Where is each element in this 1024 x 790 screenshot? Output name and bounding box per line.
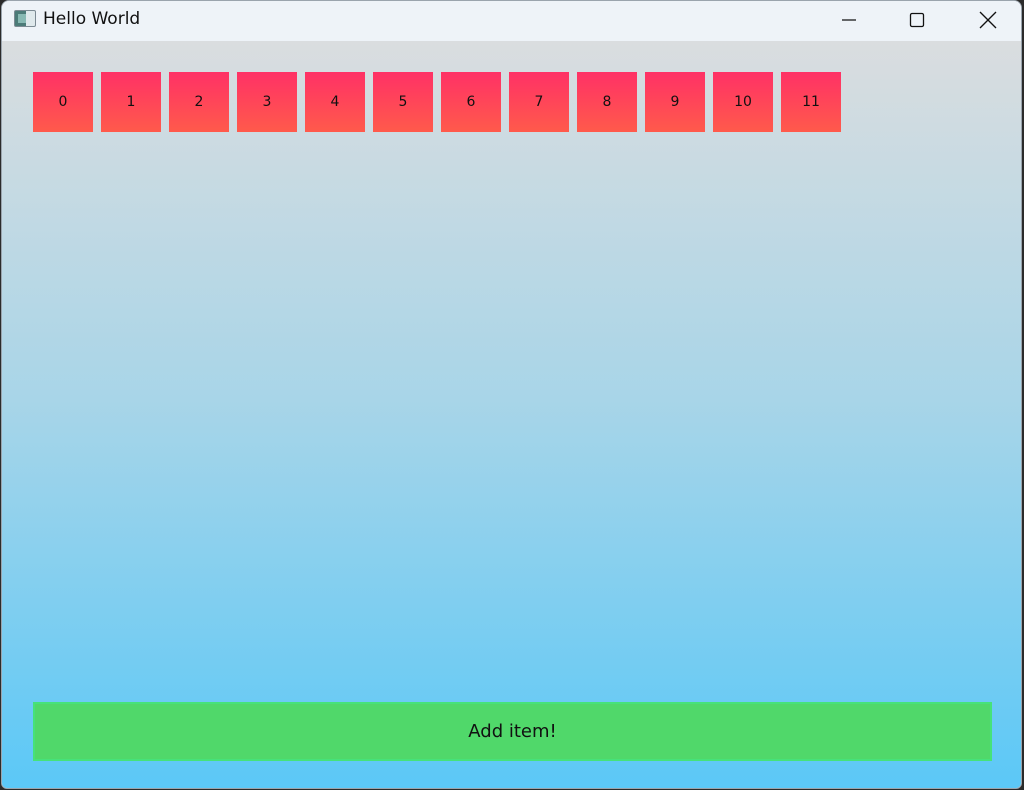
- item-tile[interactable]: 8: [577, 72, 637, 132]
- item-tile[interactable]: 10: [713, 72, 773, 132]
- item-tile[interactable]: 1: [101, 72, 161, 132]
- item-tile[interactable]: 6: [441, 72, 501, 132]
- item-tile[interactable]: 3: [237, 72, 297, 132]
- item-tile[interactable]: 4: [305, 72, 365, 132]
- close-button[interactable]: [957, 1, 1019, 39]
- minimize-button[interactable]: [818, 1, 880, 39]
- window-app-icon: [14, 10, 36, 27]
- close-icon: [979, 11, 997, 29]
- add-item-button[interactable]: Add item!: [33, 702, 992, 761]
- item-list: 0 1 2 3 4 5 6 7 8 9 10 11: [33, 72, 841, 132]
- window-title: Hello World: [43, 9, 141, 29]
- maximize-icon: [909, 12, 925, 28]
- title-bar[interactable]: Hello World: [2, 1, 1021, 41]
- item-tile[interactable]: 11: [781, 72, 841, 132]
- item-tile[interactable]: 9: [645, 72, 705, 132]
- client-area: 0 1 2 3 4 5 6 7 8 9 10 11 Add item!: [2, 41, 1021, 788]
- app-window: Hello World 0 1 2 3 4 5 6 7 8 9 10 11 Ad…: [1, 0, 1022, 789]
- item-tile[interactable]: 5: [373, 72, 433, 132]
- maximize-button[interactable]: [886, 1, 948, 39]
- item-tile[interactable]: 2: [169, 72, 229, 132]
- item-tile[interactable]: 0: [33, 72, 93, 132]
- minimize-icon: [841, 12, 857, 28]
- item-tile[interactable]: 7: [509, 72, 569, 132]
